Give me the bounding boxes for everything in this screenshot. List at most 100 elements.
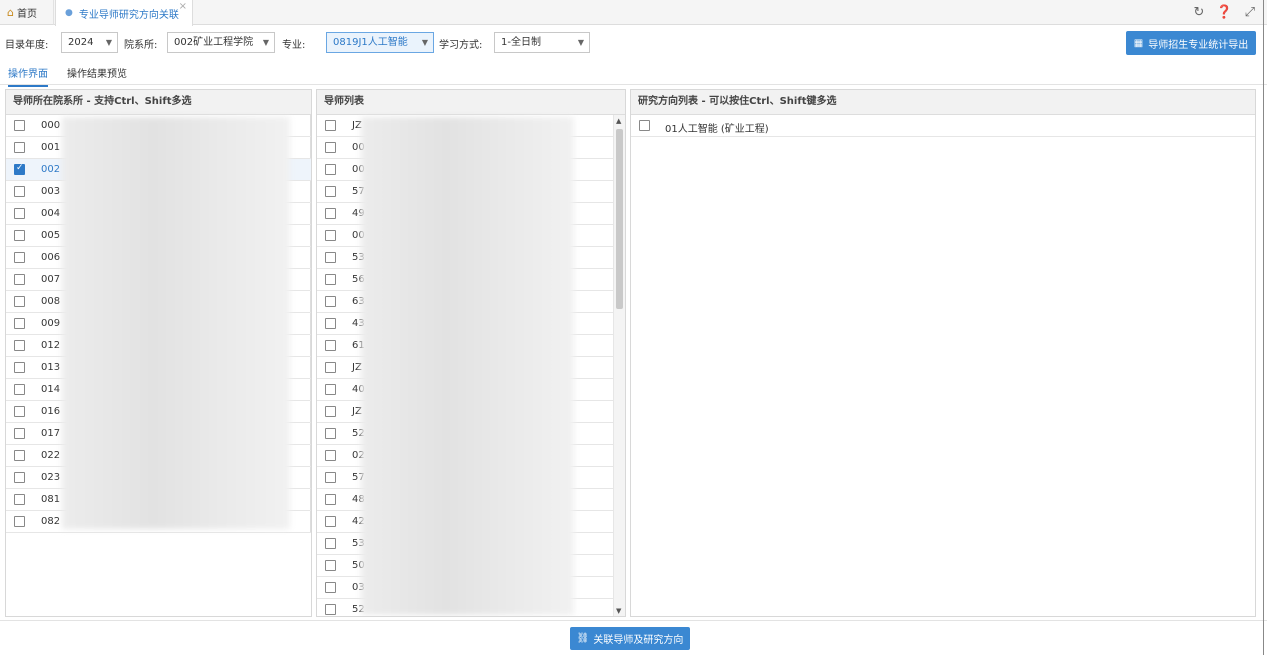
department-item-label: 023 — [41, 472, 61, 483]
department-item-label: 014 — [41, 384, 61, 395]
checkbox[interactable] — [325, 472, 336, 483]
checkbox[interactable] — [14, 120, 25, 131]
checkbox[interactable] — [14, 142, 25, 153]
checkbox[interactable] — [14, 472, 25, 483]
checkbox[interactable] — [14, 296, 25, 307]
checkbox[interactable] — [325, 164, 336, 175]
checkbox[interactable] — [14, 384, 25, 395]
home-icon: ⌂ — [7, 6, 14, 19]
scroll-thumb[interactable] — [616, 129, 623, 309]
window-actions: ↻ ❓ ⤢ — [1194, 5, 1256, 20]
dept-label: 院系所: — [124, 40, 158, 51]
checkbox[interactable] — [325, 384, 336, 395]
redacted-area — [361, 117, 574, 615]
refresh-icon[interactable]: ↻ — [1194, 5, 1205, 20]
checkbox[interactable] — [325, 318, 336, 329]
tab-dot-icon: ● — [65, 8, 73, 18]
checkbox[interactable] — [14, 230, 25, 241]
filter-bar: 目录年度: 2024 ▼ 院系所: 002矿业工程学院 ▼ 专业: 0819J1… — [0, 30, 1267, 56]
major-select[interactable]: 0819J1人工智能 ▼ — [326, 32, 434, 53]
chevron-down-icon: ▼ — [105, 38, 112, 47]
link-button-label: 关联导师及研究方向 — [593, 635, 684, 646]
checkbox[interactable] — [325, 186, 336, 197]
checkbox[interactable] — [325, 428, 336, 439]
checkbox[interactable] — [325, 230, 336, 241]
checkbox[interactable] — [325, 582, 336, 593]
study-label: 学习方式: — [439, 40, 483, 51]
department-item-label: 009 — [41, 318, 61, 329]
checkbox[interactable] — [14, 340, 25, 351]
checkbox[interactable] — [325, 494, 336, 505]
tab-operate[interactable]: 操作界面 — [8, 65, 48, 87]
checkbox[interactable] — [325, 560, 336, 571]
tab-home[interactable]: ⌂ 首页 — [0, 0, 54, 25]
year-label: 目录年度: — [5, 40, 49, 51]
department-item-label: 081 — [41, 494, 61, 505]
checkbox[interactable] — [325, 538, 336, 549]
checkbox[interactable] — [639, 120, 650, 131]
checkbox[interactable] — [14, 252, 25, 263]
tutor-panel: 导师列表 JZ 00 00 57 49 00 53 56 63 43 61 JZ 40 JZ 52 02 57 4… — [316, 89, 626, 617]
department-item-label: 016 — [41, 406, 61, 417]
department-panel-header: 导师所在院系所 - 支持Ctrl、Shift多选 — [6, 90, 311, 115]
major-value: 0819J1人工智能 — [333, 37, 408, 48]
tab-home-label: 首页 — [16, 9, 37, 20]
tab-bar: ⌂ 首页 ● 专业导师研究方向关联 × ↻ ❓ ⤢ — [0, 0, 1267, 26]
department-item-label: 082 — [41, 516, 61, 527]
tutor-scrollbar[interactable]: ▲ ▼ — [613, 115, 625, 616]
checkbox[interactable] — [14, 163, 25, 175]
checkbox[interactable] — [325, 274, 336, 285]
department-item-label: 017 — [41, 428, 61, 439]
department-item-label: 000 — [41, 120, 61, 131]
sub-tabs: 操作界面 操作结果预览 — [0, 60, 1267, 87]
checkbox[interactable] — [325, 406, 336, 417]
link-tutor-direction-button[interactable]: ⛓ 关联导师及研究方向 — [570, 627, 690, 650]
close-icon[interactable]: × — [179, 1, 187, 12]
checkbox[interactable] — [325, 362, 336, 373]
checkbox[interactable] — [14, 428, 25, 439]
scroll-up-icon[interactable]: ▲ — [616, 117, 621, 125]
dept-value: 002矿业工程学院 — [174, 37, 254, 48]
checkbox[interactable] — [14, 318, 25, 329]
checkbox[interactable] — [325, 516, 336, 527]
direction-panel: 研究方向列表 - 可以按住Ctrl、Shift键多选 01人工智能 (矿业工程) — [630, 89, 1256, 617]
department-item-label: 006 — [41, 252, 61, 263]
tab-preview[interactable]: 操作结果预览 — [67, 65, 127, 80]
chevron-down-icon: ▼ — [577, 38, 584, 47]
help-icon[interactable]: ❓ — [1216, 5, 1232, 20]
chevron-down-icon: ▼ — [262, 38, 269, 47]
export-button[interactable]: ▦ 导师招生专业统计导出 — [1126, 31, 1256, 55]
department-item-label: 003 — [41, 186, 61, 197]
checkbox[interactable] — [325, 208, 336, 219]
year-select[interactable]: 2024 ▼ — [61, 32, 118, 53]
study-value: 1-全日制 — [501, 37, 541, 48]
checkbox[interactable] — [325, 142, 336, 153]
checkbox[interactable] — [14, 406, 25, 417]
checkbox[interactable] — [325, 450, 336, 461]
checkbox[interactable] — [14, 494, 25, 505]
department-item-label: 001 — [41, 142, 61, 153]
department-item-label: 013 — [41, 362, 61, 373]
direction-item[interactable]: 01人工智能 (矿业工程) — [631, 115, 1255, 137]
checkbox[interactable] — [14, 450, 25, 461]
checkbox[interactable] — [14, 516, 25, 527]
checkbox[interactable] — [325, 604, 336, 615]
checkbox[interactable] — [14, 274, 25, 285]
checkbox[interactable] — [14, 186, 25, 197]
department-panel: 导师所在院系所 - 支持Ctrl、Shift多选 000 001 002 003 004… — [5, 89, 312, 617]
checkbox[interactable] — [14, 208, 25, 219]
study-select[interactable]: 1-全日制 ▼ — [494, 32, 590, 53]
checkbox[interactable] — [325, 120, 336, 131]
checkbox[interactable] — [325, 252, 336, 263]
department-item-label: 005 — [41, 230, 61, 241]
direction-panel-header: 研究方向列表 - 可以按住Ctrl、Shift键多选 — [631, 90, 1255, 115]
expand-icon[interactable]: ⤢ — [1245, 5, 1255, 20]
checkbox[interactable] — [325, 296, 336, 307]
checkbox[interactable] — [325, 340, 336, 351]
checkbox[interactable] — [14, 362, 25, 373]
dept-select[interactable]: 002矿业工程学院 ▼ — [167, 32, 275, 53]
scroll-down-icon[interactable]: ▼ — [616, 607, 621, 615]
direction-item-label: 01人工智能 (矿业工程) — [665, 124, 769, 135]
bottom-bar: ⛓ 关联导师及研究方向 — [0, 620, 1267, 655]
tab-tutor-direction[interactable]: ● 专业导师研究方向关联 × — [55, 0, 193, 26]
